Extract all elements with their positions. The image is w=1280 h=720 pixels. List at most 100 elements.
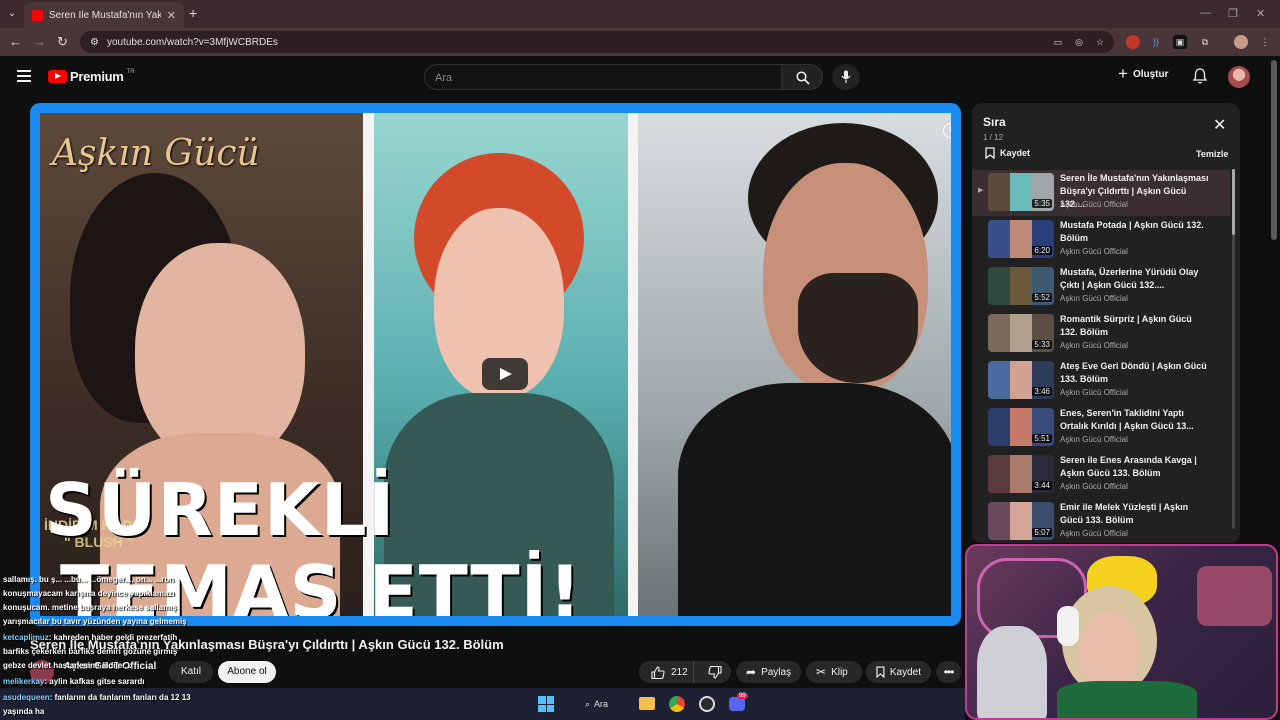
youtube-favicon-icon xyxy=(32,9,43,21)
thumbnail-caption-line1: SÜREKLİ xyxy=(45,468,396,552)
browser-tab-bar: ⌄ Seren İle Mustafa'nın Yakınlaşm... ✕ +… xyxy=(0,0,1280,28)
queue-item-duration: 6:20 xyxy=(1032,246,1052,255)
save-button[interactable]: Kaydet xyxy=(866,661,931,683)
search-button[interactable] xyxy=(781,64,823,90)
voice-search-button[interactable] xyxy=(832,64,860,90)
queue-item-title: Ateş Eve Geri Döndü | Aşkın Gücü 133. Bö… xyxy=(1060,361,1207,384)
queue-item-channel: Aşkın Gücü Official xyxy=(1060,200,1128,209)
dislike-button[interactable] xyxy=(699,661,731,683)
queue-item-duration: 3:46 xyxy=(1032,387,1052,396)
close-icon[interactable]: ✕ xyxy=(1213,118,1226,134)
streamer-face xyxy=(1079,612,1139,692)
queue-item[interactable]: 3:46 Ateş Eve Geri Döndü | Aşkın Gücü 13… xyxy=(972,358,1230,404)
chat-message: konuşucam. metine buşraya herkese sallam… xyxy=(3,603,177,612)
taskbar-search-label: Ara xyxy=(594,699,609,709)
queue-item[interactable]: 5:52 Mustafa, Üzerlerine Yürüdü Olay Çık… xyxy=(972,264,1230,310)
queue-item-thumbnail: 5:33 xyxy=(988,314,1054,352)
share-label: Paylaş xyxy=(761,666,792,678)
share-button[interactable]: ➦ Paylaş xyxy=(736,661,801,683)
queue-item[interactable]: 5:51 Enes, Seren'in Taklidini Yaptı Orta… xyxy=(972,405,1230,451)
queue-item-thumbnail: 5:07 xyxy=(988,502,1054,540)
windows-start-icon[interactable] xyxy=(538,696,554,712)
video-thumbnail: Aşkın Gücü İNDİRİM KODU: " BLUSH " SÜREK… xyxy=(40,113,951,616)
account-avatar[interactable] xyxy=(1228,66,1250,88)
site-info-icon[interactable]: ⚙ xyxy=(90,37,99,48)
search-input[interactable]: Ara xyxy=(424,64,782,90)
clip-label: Klip xyxy=(831,666,848,678)
discord-icon[interactable] xyxy=(729,697,745,711)
page-scrollbar[interactable] xyxy=(1271,60,1277,240)
chat-message: yarışmacılar bu tavır yüzünden yayına ge… xyxy=(3,617,187,626)
address-bar[interactable]: ⚙ youtube.com/watch?v=3MfjWCBRDEs xyxy=(80,31,1114,53)
queue-item[interactable]: 5:07 Emir ile Melek Yüzleşti | Aşkın Güc… xyxy=(972,499,1230,543)
browser-toolbar: ← → ↻ ⚙ youtube.com/watch?v=3MfjWCBRDEs … xyxy=(0,28,1280,56)
join-button[interactable]: Katıl xyxy=(169,661,213,683)
forward-icon[interactable]: → xyxy=(33,34,46,50)
cast-icon[interactable]: ▭ xyxy=(1051,35,1065,49)
file-explorer-icon[interactable] xyxy=(639,697,655,710)
more-actions-button[interactable]: ••• xyxy=(936,661,961,683)
queue-item-channel: Aşkın Gücü Official xyxy=(1060,341,1128,350)
now-playing-icon: ▶ xyxy=(978,187,984,194)
new-tab-button[interactable]: + xyxy=(189,6,197,20)
queue-scrollbar-thumb[interactable] xyxy=(1232,169,1235,235)
queue-item-channel: Aşkın Gücü Official xyxy=(1060,247,1128,256)
queue-item-title: Mustafa Potada | Aşkın Gücü 132. Bölüm xyxy=(1060,220,1204,243)
youtube-premium-logo[interactable]: Premium TR xyxy=(48,69,135,84)
queue-item-title: Enes, Seren'in Taklidini Yaptı Ortalık K… xyxy=(1060,408,1194,431)
queue-item[interactable]: 5:33 Romantik Sürpriz | Aşkın Gücü 132. … xyxy=(972,311,1230,357)
queue-item[interactable]: 6:20 Mustafa Potada | Aşkın Gücü 132. Bö… xyxy=(972,217,1230,263)
taskbar-search-button[interactable]: ⌕ Ara xyxy=(575,694,623,714)
maximize-icon[interactable]: ❐ xyxy=(1228,7,1238,20)
create-button[interactable]: + Oluştur xyxy=(1118,65,1169,82)
queue-position: 1 / 12 xyxy=(983,133,1004,142)
bookmark-star-icon[interactable]: ☆ xyxy=(1093,35,1107,49)
back-icon[interactable]: ← xyxy=(9,34,22,50)
eye-off-icon[interactable]: ◎ xyxy=(1072,35,1086,49)
youtube-play-logo-icon xyxy=(48,70,67,83)
like-count: 212 xyxy=(671,666,688,678)
headphones xyxy=(1057,606,1079,646)
subscribe-button[interactable]: Abone ol xyxy=(218,661,276,683)
extension-red-icon[interactable] xyxy=(1126,35,1140,49)
browser-menu-icon[interactable]: ⋮ xyxy=(1258,35,1272,49)
notifications-bell-icon[interactable] xyxy=(1192,68,1208,85)
profile-avatar-icon[interactable] xyxy=(1234,35,1248,49)
browser-tab[interactable]: Seren İle Mustafa'nın Yakınlaşm... ✕ xyxy=(24,2,184,28)
logo-text: Premium xyxy=(70,69,124,84)
queue-item-duration: 5:52 xyxy=(1032,293,1052,302)
info-icon[interactable]: i xyxy=(943,123,951,138)
queue-item-duration: 5:35 xyxy=(1032,199,1052,208)
queue-item-duration: 5:07 xyxy=(1032,528,1052,537)
queue-item[interactable]: 3:44 Seren ile Enes Arasında Kavga | Aşk… xyxy=(972,452,1230,498)
extension-box-icon[interactable]: ▣ xyxy=(1173,35,1187,49)
reload-icon[interactable]: ↻ xyxy=(57,34,68,50)
queue-item-title: Seren ile Enes Arasında Kavga | Aşkın Gü… xyxy=(1060,455,1197,478)
chat-message: ketcaplimuz: kahreden haber geldi prezer… xyxy=(3,633,178,642)
queue-item-thumbnail: 5:35 xyxy=(988,173,1054,211)
queue-item-channel: Aşkın Gücü Official xyxy=(1060,388,1128,397)
play-button[interactable] xyxy=(482,358,528,390)
obs-icon[interactable] xyxy=(699,696,715,712)
like-button[interactable]: 212 xyxy=(639,661,695,683)
thumbs-up-icon xyxy=(651,665,665,679)
thumbs-down-icon xyxy=(708,665,722,679)
chat-message: barfiks çekerken barfiks demiri gözüne g… xyxy=(3,647,178,656)
hamburger-menu-icon[interactable] xyxy=(17,70,31,82)
clip-button[interactable]: ✂ Klip xyxy=(806,661,862,683)
queue-item[interactable]: ▶ 5:35 Seren İle Mustafa'nın Yakınlaşmas… xyxy=(972,170,1230,216)
close-window-icon[interactable]: ✕ xyxy=(1256,7,1265,20)
chrome-icon[interactable] xyxy=(669,696,685,712)
video-player[interactable]: Aşkın Gücü İNDİRİM KODU: " BLUSH " SÜREK… xyxy=(30,103,961,626)
extensions-puzzle-icon[interactable]: ⧉ xyxy=(1198,35,1212,49)
search-icon xyxy=(796,71,810,85)
tab-close-icon[interactable]: ✕ xyxy=(167,9,176,22)
logo-region: TR xyxy=(126,68,135,75)
minimize-icon[interactable]: — xyxy=(1200,7,1211,19)
tab-list-button[interactable]: ⌄ xyxy=(4,6,20,22)
queue-save-label: Kaydet xyxy=(1000,148,1031,158)
chat-message: asudequeen: fanlarım da fanlarım fanları… xyxy=(3,693,191,702)
extension-wave-icon[interactable]: )) xyxy=(1149,35,1163,49)
queue-save-button[interactable]: Kaydet xyxy=(985,147,1030,159)
queue-clear-button[interactable]: Temizle xyxy=(1196,149,1228,159)
